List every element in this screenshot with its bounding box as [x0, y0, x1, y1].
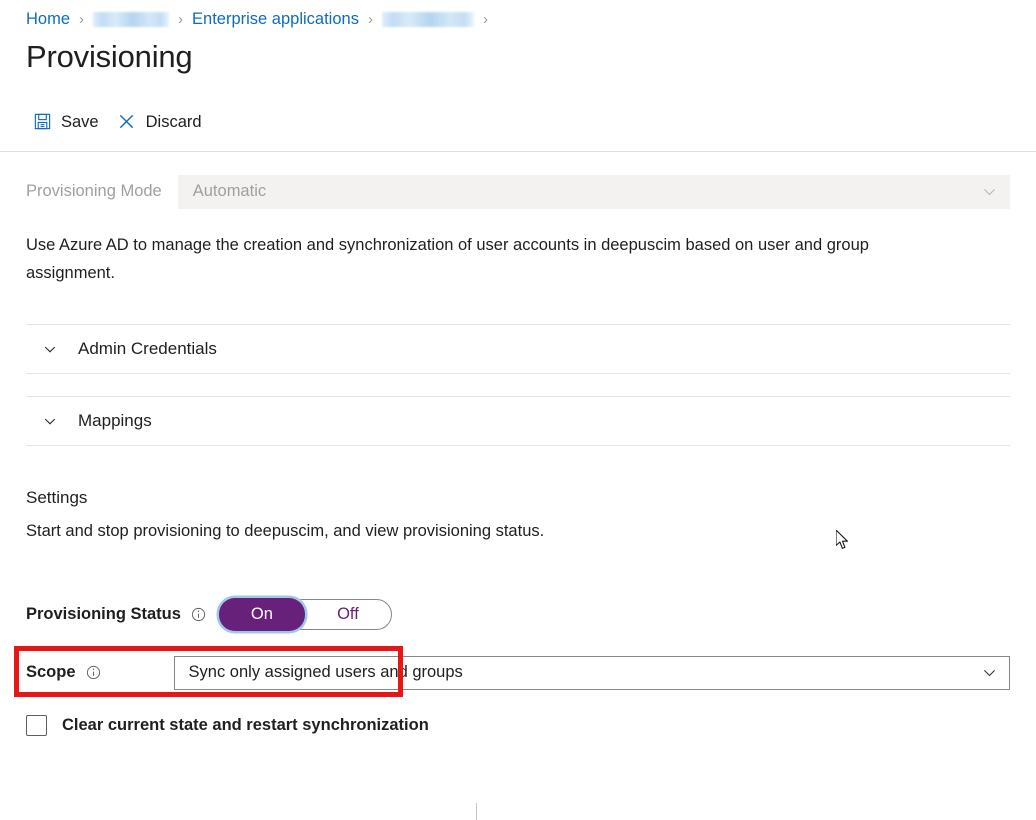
provisioning-status-label: Provisioning Status	[26, 605, 181, 624]
scope-select-value: Sync only assigned users and groups	[189, 663, 463, 682]
chevron-down-icon	[981, 183, 998, 200]
discard-button-label: Discard	[146, 114, 202, 131]
provisioning-description: Use Azure AD to manage the creation and …	[26, 231, 951, 288]
close-x-icon	[117, 112, 137, 132]
page-title: Provisioning	[0, 30, 1036, 77]
scope-row: Scope Sync only assigned users and group…	[26, 656, 1010, 690]
breadcrumb-item-enterprise-applications[interactable]: Enterprise applications	[192, 11, 359, 28]
accordion-mappings[interactable]: Mappings	[26, 397, 1010, 445]
breadcrumb-separator-icon: ›	[368, 12, 373, 27]
form-area: Provisioning Mode Automatic Use Azure AD…	[0, 175, 1036, 736]
save-floppy-icon	[32, 112, 52, 132]
settings-subtext: Start and stop provisioning to deepuscim…	[26, 522, 1010, 541]
chevron-down-icon	[42, 341, 58, 357]
provisioning-page: Home › › Enterprise applications › › Pro…	[0, 0, 1036, 820]
provisioning-mode-value: Automatic	[193, 182, 266, 201]
breadcrumb-separator-icon: ›	[178, 12, 183, 27]
provisioning-mode-select: Automatic	[178, 175, 1010, 209]
toolbar-divider	[0, 151, 1036, 152]
save-button[interactable]: Save	[28, 106, 109, 138]
provisioning-mode-label: Provisioning Mode	[26, 182, 162, 201]
provisioning-mode-row: Provisioning Mode Automatic	[26, 175, 1010, 209]
breadcrumb-item-redacted-2[interactable]	[382, 12, 474, 27]
accordion-group: Admin Credentials Mappings	[26, 324, 1010, 446]
command-bar: Save Discard	[0, 101, 1036, 143]
restart-sync-checkbox-label: Clear current state and restart synchron…	[62, 716, 429, 735]
breadcrumb-separator-icon: ›	[483, 12, 488, 27]
info-circle-icon[interactable]	[190, 606, 207, 623]
discard-button[interactable]: Discard	[113, 106, 212, 138]
breadcrumb: Home › › Enterprise applications › ›	[0, 0, 1036, 30]
provisioning-status-row: Provisioning Status On Off	[26, 598, 1010, 632]
restart-sync-checkbox[interactable]	[26, 715, 47, 736]
breadcrumb-separator-icon: ›	[79, 12, 84, 27]
chevron-down-icon	[42, 413, 58, 429]
breadcrumb-item-redacted-1[interactable]	[93, 12, 169, 27]
info-circle-icon[interactable]	[85, 664, 102, 681]
scope-label: Scope	[26, 663, 76, 682]
accordion-admin-credentials[interactable]: Admin Credentials	[26, 325, 1010, 373]
bottom-cutoff-element	[476, 803, 477, 820]
accordion-spacer	[26, 374, 1010, 396]
provisioning-status-option-on[interactable]: On	[219, 598, 305, 631]
accordion-mappings-label: Mappings	[78, 411, 152, 431]
scope-select[interactable]: Sync only assigned users and groups	[174, 656, 1010, 690]
breadcrumb-item-home[interactable]: Home	[26, 11, 70, 28]
provisioning-status-toggle[interactable]: On Off	[219, 599, 392, 630]
chevron-down-icon	[981, 664, 998, 681]
restart-sync-checkbox-row[interactable]: Clear current state and restart synchron…	[26, 715, 1010, 736]
provisioning-status-option-off[interactable]: Off	[305, 599, 391, 630]
accordion-admin-credentials-label: Admin Credentials	[78, 339, 217, 359]
save-button-label: Save	[61, 114, 99, 131]
settings-heading: Settings	[26, 488, 1010, 508]
accordion-divider-bottom	[26, 445, 1010, 446]
